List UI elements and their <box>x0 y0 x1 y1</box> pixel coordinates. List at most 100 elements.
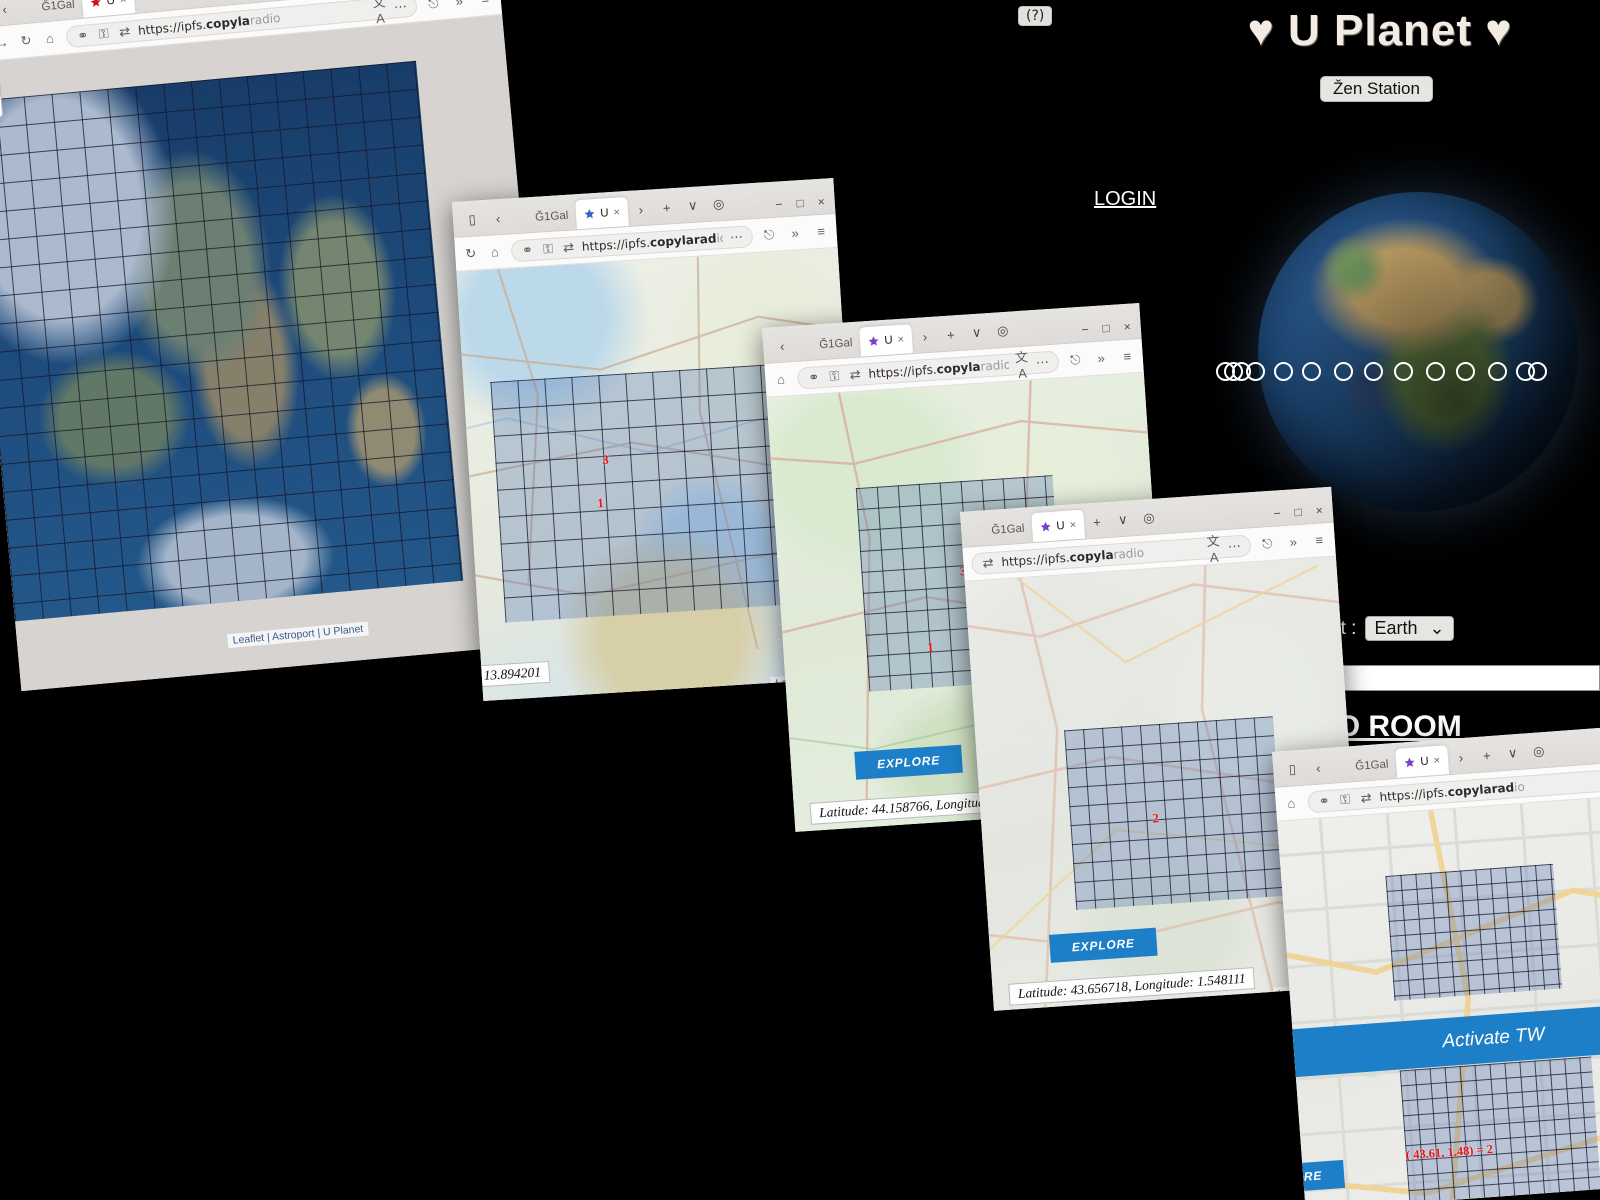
share-icon[interactable]: ⎋ <box>425 0 441 12</box>
shield-icon[interactable]: ⚭ <box>520 241 536 258</box>
reader-mode-icon[interactable]: ⇄ <box>1358 789 1374 806</box>
new-tab-icon[interactable]: + <box>1083 508 1111 536</box>
lock-icon[interactable]: ⚿ <box>827 367 843 384</box>
umap-marker[interactable]: 1 <box>927 640 935 656</box>
close-tab-icon[interactable]: × <box>1433 754 1440 766</box>
new-tab-icon[interactable]: + <box>1473 741 1501 769</box>
shield-icon[interactable]: ⚭ <box>806 369 822 386</box>
list-all-tabs-icon[interactable]: ∨ <box>1109 506 1137 534</box>
overflow-menu-icon[interactable]: » <box>1285 534 1301 550</box>
close-tab-icon[interactable]: × <box>897 333 904 345</box>
home-icon[interactable]: ⌂ <box>42 30 58 47</box>
ring-marker[interactable] <box>1456 362 1475 381</box>
close-window-button[interactable]: × <box>817 195 825 209</box>
ring-marker[interactable] <box>1364 362 1383 381</box>
app-menu-icon[interactable]: ≡ <box>477 0 493 7</box>
app-menu-icon[interactable]: ≡ <box>1311 532 1327 548</box>
ring-marker[interactable] <box>1274 362 1293 381</box>
sync-icon[interactable]: ◎ <box>211 0 239 3</box>
ring-marker[interactable] <box>1488 362 1507 381</box>
overflow-menu-icon[interactable]: » <box>787 225 803 241</box>
lock-icon[interactable]: ⚿ <box>1337 791 1353 808</box>
lock-icon[interactable]: ⚿ <box>540 240 556 257</box>
tab-u-active[interactable]: U × <box>1031 509 1086 543</box>
share-icon[interactable]: ⎋ <box>1067 351 1083 368</box>
new-tab-icon[interactable]: + <box>159 0 187 8</box>
tab-scroll-right-icon[interactable]: › <box>133 0 161 10</box>
overflow-menu-icon[interactable]: » <box>451 0 467 9</box>
overflow-menu-icon[interactable]: » <box>1093 350 1109 366</box>
sync-icon[interactable]: ◎ <box>989 317 1017 345</box>
tab-g1gal[interactable]: Ğ1Gal <box>794 328 861 361</box>
share-icon[interactable]: ⎋ <box>1259 535 1275 552</box>
tab-scroll-left-icon[interactable]: ‹ <box>1304 754 1332 782</box>
maximize-button[interactable]: □ <box>1294 505 1302 519</box>
ring-marker[interactable] <box>1528 362 1547 381</box>
firefox-view-icon[interactable]: ▯ <box>458 206 486 234</box>
tab-scroll-left-icon[interactable]: ‹ <box>768 332 796 360</box>
close-tab-icon[interactable]: × <box>613 206 620 218</box>
page-actions-icon[interactable]: ⋯ <box>392 0 408 15</box>
reader-mode-icon[interactable]: ⇄ <box>980 554 996 571</box>
ring-marker[interactable] <box>1334 362 1353 381</box>
close-window-button[interactable]: × <box>1315 503 1323 517</box>
minimize-button[interactable]: − <box>1081 322 1089 336</box>
lock-icon[interactable]: ⚿ <box>95 25 111 42</box>
new-tab-icon[interactable]: + <box>937 321 965 349</box>
new-tab-icon[interactable]: + <box>653 194 681 222</box>
tab-scroll-left-icon[interactable]: ‹ <box>0 0 19 23</box>
zen-station-button[interactable]: Žen Station <box>1320 76 1433 102</box>
map-zoom-control[interactable]: + − <box>0 70 4 120</box>
home-icon[interactable]: ⌂ <box>487 244 503 260</box>
reader-mode-icon[interactable]: ⇄ <box>561 239 577 256</box>
umap-marker[interactable]: 1 <box>597 495 604 511</box>
sync-icon[interactable]: ◎ <box>1525 738 1553 766</box>
ring-marker[interactable] <box>1302 362 1321 381</box>
browser-window-street[interactable]: ▯ ‹ Ğ1Gal U × › + ∨ ◎ − ⌂ ⚭ <box>1272 722 1600 1200</box>
close-window-button[interactable]: × <box>1123 320 1131 334</box>
close-tab-icon[interactable]: × <box>119 0 126 6</box>
search-input[interactable] <box>1316 665 1600 691</box>
umap-marker[interactable]: 2 <box>1152 810 1160 826</box>
shield-icon[interactable]: ⚭ <box>1316 792 1332 809</box>
leaflet-attribution[interactable]: Leaflet | Astroport | U Planet <box>227 621 369 649</box>
reload-icon[interactable]: ↻ <box>18 32 34 49</box>
tab-u-active[interactable]: U × <box>575 196 629 230</box>
firefox-view-icon[interactable]: ▯ <box>1278 756 1306 784</box>
list-all-tabs-icon[interactable]: ∨ <box>185 0 213 5</box>
ring-marker[interactable] <box>1394 362 1413 381</box>
minimize-button[interactable]: − <box>775 197 783 211</box>
page-actions-icon[interactable]: ⋯ <box>729 228 745 245</box>
earth-globe[interactable] <box>1258 192 1578 512</box>
minimize-button[interactable]: − <box>1273 506 1281 520</box>
forward-icon[interactable]: → <box>0 35 10 51</box>
tab-u-active[interactable]: U × <box>859 324 913 357</box>
toulouse-street-map[interactable]: ( 43.61, 1.48) = 2 <box>1277 792 1600 1200</box>
home-icon[interactable]: ⌂ <box>1283 795 1299 811</box>
tab-scroll-left-icon[interactable]: ‹ <box>484 204 512 232</box>
share-icon[interactable]: ⎋ <box>761 226 777 243</box>
translate-icon[interactable]: 文A <box>371 0 389 26</box>
maximize-button[interactable]: □ <box>796 196 804 210</box>
close-tab-icon[interactable]: × <box>1069 519 1076 531</box>
tab-g1gal[interactable]: Ğ1Gal <box>510 200 577 233</box>
login-link[interactable]: LOGIN <box>1094 188 1156 211</box>
reader-mode-icon[interactable]: ⇄ <box>847 366 863 383</box>
home-icon[interactable]: ⌂ <box>773 371 789 387</box>
shield-icon[interactable]: ⚭ <box>75 27 91 44</box>
list-all-tabs-icon[interactable]: ∨ <box>963 319 991 347</box>
page-actions-icon[interactable]: ⋯ <box>1226 537 1242 554</box>
sync-icon[interactable]: ◎ <box>705 190 733 218</box>
help-button[interactable]: (?) <box>1018 6 1053 26</box>
app-menu-icon[interactable]: ≡ <box>813 223 829 239</box>
umap-marker[interactable]: 3 <box>602 452 609 468</box>
translate-icon[interactable]: 文A <box>1205 530 1222 565</box>
app-menu-icon[interactable]: ≡ <box>1119 348 1135 364</box>
world-equirectangular-map[interactable] <box>0 60 464 622</box>
translate-icon[interactable]: 文A <box>1013 346 1030 381</box>
tab-g1gal[interactable]: Ğ1Gal <box>1330 749 1397 783</box>
tab-u-active[interactable]: U × <box>1395 745 1450 778</box>
sync-icon[interactable]: ◎ <box>1135 504 1163 532</box>
reader-mode-icon[interactable]: ⇄ <box>116 23 132 40</box>
planet-select[interactable]: Earth ⌄ <box>1365 616 1454 641</box>
